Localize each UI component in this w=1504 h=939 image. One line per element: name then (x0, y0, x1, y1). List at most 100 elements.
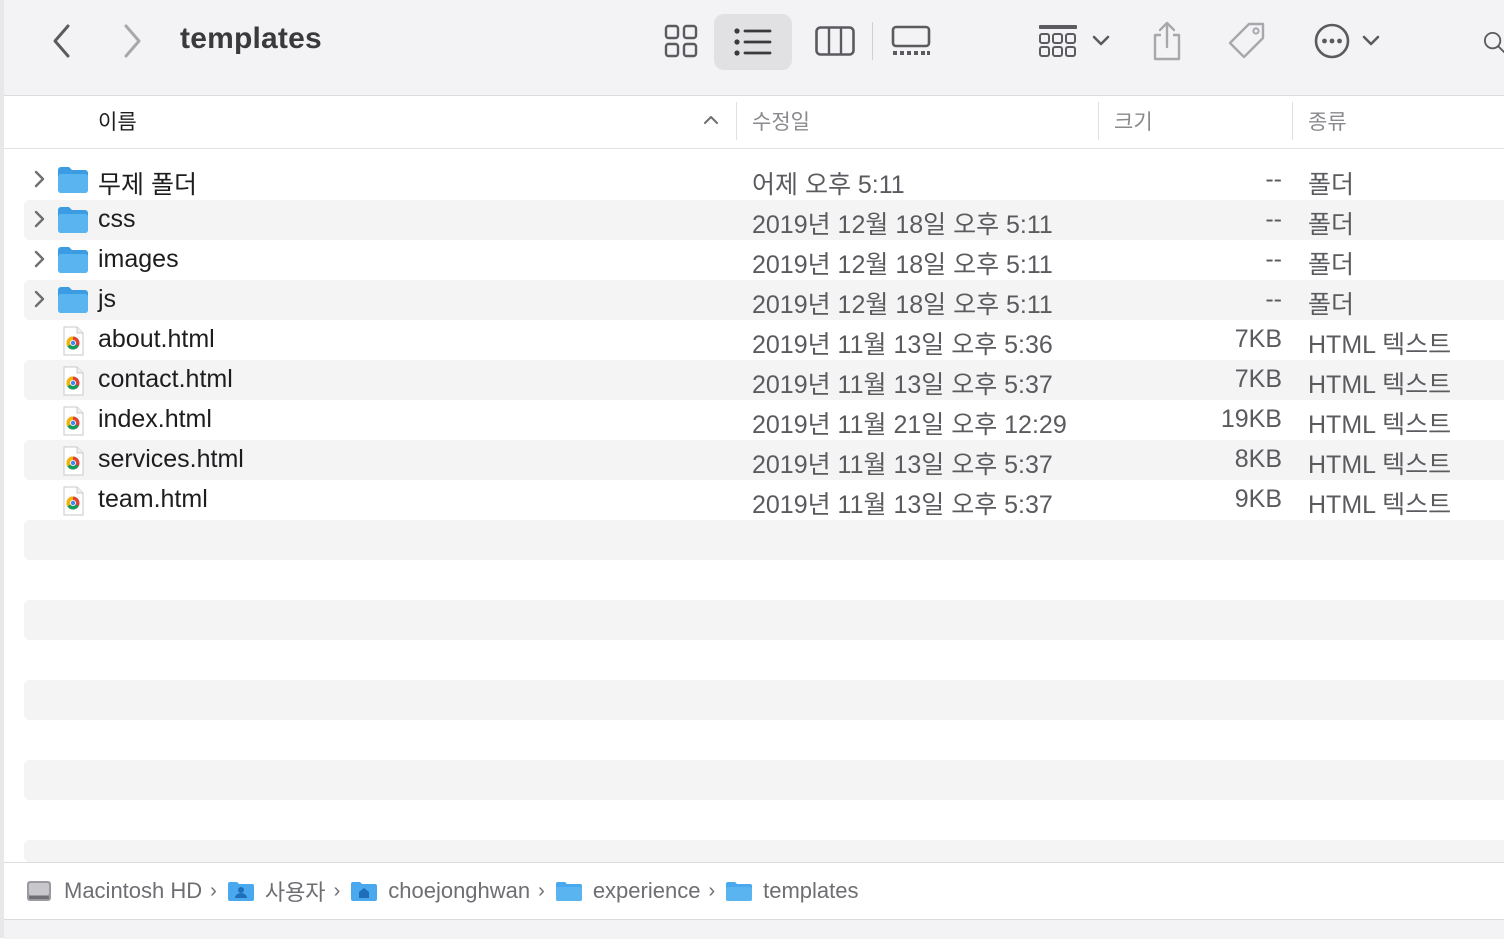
breadcrumb-templates[interactable]: templates (725, 878, 859, 904)
empty-row (24, 720, 1504, 760)
empty-row (24, 560, 1504, 600)
file-size: 7KB (1234, 365, 1282, 393)
file-list: 무제 폴더 어제 오후 5:11 -- 폴더 css 2019년 12월 18일… (24, 160, 1504, 520)
group-icon (1039, 25, 1077, 57)
file-name: 무제 폴더 (98, 171, 197, 199)
folder-icon (725, 878, 753, 904)
breadcrumb-label: 사용자 (264, 880, 326, 905)
column-divider[interactable] (736, 102, 737, 140)
column-header: 이름 수정일 크기 종류 (4, 96, 1504, 149)
hard-drive-icon (26, 878, 54, 904)
toolbar-divider (872, 22, 873, 60)
file-row[interactable]: index.html 2019년 11월 21일 오후 12:29 19KB H… (24, 400, 1504, 440)
folder-icon (57, 246, 89, 274)
empty-row (24, 840, 1504, 862)
chevron-right-icon: › (333, 879, 341, 902)
breadcrumb-label: templates (763, 878, 859, 903)
share-button[interactable] (1146, 16, 1188, 66)
empty-row (24, 520, 1504, 560)
breadcrumb-label: experience (592, 878, 701, 903)
disclosure-chevron-icon[interactable] (32, 209, 52, 231)
empty-row (24, 760, 1504, 800)
chevron-left-icon (53, 24, 70, 58)
file-size: -- (1265, 285, 1282, 313)
file-date: 2019년 11월 13일 오후 5:37 (752, 491, 1053, 519)
path-bar: Macintosh HD › 사용자 › choejonghwan › expe… (4, 862, 1504, 919)
forward-button[interactable] (114, 20, 150, 62)
file-kind: HTML 텍스트 (1308, 331, 1452, 359)
chevron-right-icon: › (538, 879, 545, 902)
column-divider[interactable] (1292, 102, 1293, 140)
html-file-icon (57, 366, 89, 396)
status-bar (4, 919, 1504, 939)
file-name: about.html (98, 325, 215, 353)
file-size: 9KB (1234, 485, 1282, 513)
file-row[interactable]: css 2019년 12월 18일 오후 5:11 -- 폴더 (24, 200, 1504, 240)
breadcrumb-macintosh-hd[interactable]: Macintosh HD (26, 878, 202, 904)
chevron-down-icon (1092, 35, 1110, 46)
file-date: 2019년 11월 13일 오후 5:37 (752, 451, 1053, 479)
gallery-view-button[interactable] (882, 18, 940, 64)
file-row[interactable]: 무제 폴더 어제 오후 5:11 -- 폴더 (24, 160, 1504, 200)
file-date: 2019년 12월 18일 오후 5:11 (752, 251, 1053, 279)
file-name: index.html (98, 405, 212, 433)
column-date-modified[interactable]: 수정일 (752, 106, 810, 136)
column-name[interactable]: 이름 (98, 106, 137, 136)
file-name: services.html (98, 445, 244, 473)
folder-icon (57, 166, 89, 194)
empty-row (24, 640, 1504, 680)
column-kind[interactable]: 종류 (1308, 106, 1347, 136)
breadcrumb-users[interactable]: 사용자 (227, 875, 326, 907)
icon-view-button[interactable] (656, 18, 706, 64)
file-row[interactable]: images 2019년 12월 18일 오후 5:11 -- 폴더 (24, 240, 1504, 280)
html-file-icon (57, 486, 89, 516)
group-by-button[interactable] (1032, 18, 1118, 64)
file-row[interactable]: team.html 2019년 11월 13일 오후 5:37 9KB HTML… (24, 480, 1504, 520)
list-view-button[interactable] (714, 14, 792, 70)
file-size: -- (1265, 205, 1282, 233)
breadcrumb-experience[interactable]: experience (555, 878, 701, 904)
search-icon (1483, 31, 1504, 54)
file-row[interactable]: js 2019년 12월 18일 오후 5:11 -- 폴더 (24, 280, 1504, 320)
file-name: contact.html (98, 365, 233, 393)
empty-row (24, 680, 1504, 720)
breadcrumb-label: choejonghwan (388, 878, 531, 903)
html-file-icon (57, 406, 89, 436)
more-actions-button[interactable] (1308, 18, 1388, 64)
gallery-icon (891, 25, 931, 55)
columns-icon (815, 26, 855, 56)
disclosure-chevron-icon[interactable] (32, 289, 52, 311)
toolbar: templates (4, 0, 1504, 96)
home-folder-icon (350, 878, 378, 904)
file-kind: 폴더 (1308, 251, 1355, 279)
file-row[interactable]: services.html 2019년 11월 13일 오후 5:37 8KB … (24, 440, 1504, 480)
file-kind: 폴더 (1308, 211, 1355, 239)
file-row[interactable]: about.html 2019년 11월 13일 오후 5:36 7KB HTM… (24, 320, 1504, 360)
sort-ascending-icon[interactable] (702, 112, 720, 130)
file-kind: 폴더 (1308, 171, 1355, 199)
search-button[interactable] (1480, 20, 1504, 64)
file-size: 19KB (1220, 405, 1282, 433)
column-view-button[interactable] (808, 18, 862, 64)
file-row[interactable]: contact.html 2019년 11월 13일 오후 5:37 7KB H… (24, 360, 1504, 400)
breadcrumb-home[interactable]: choejonghwan (350, 878, 530, 904)
chevron-right-icon: › (708, 879, 716, 902)
file-size: 7KB (1234, 325, 1282, 353)
file-date: 2019년 11월 13일 오후 5:37 (752, 371, 1053, 399)
breadcrumb-label: Macintosh HD (64, 878, 203, 903)
file-name: js (98, 285, 117, 313)
tag-button[interactable] (1222, 16, 1272, 66)
folder-icon (57, 206, 89, 234)
grid-icon (664, 24, 698, 58)
empty-list-area[interactable] (24, 520, 1504, 862)
disclosure-chevron-icon[interactable] (32, 249, 52, 271)
file-date: 어제 오후 5:11 (752, 171, 905, 199)
empty-row (24, 600, 1504, 640)
column-divider[interactable] (1098, 102, 1099, 140)
back-button[interactable] (44, 20, 80, 62)
column-size[interactable]: 크기 (1114, 106, 1153, 136)
file-name: images (98, 245, 179, 273)
file-size: -- (1265, 165, 1282, 193)
file-kind: HTML 텍스트 (1308, 371, 1452, 399)
disclosure-chevron-icon[interactable] (32, 169, 52, 191)
